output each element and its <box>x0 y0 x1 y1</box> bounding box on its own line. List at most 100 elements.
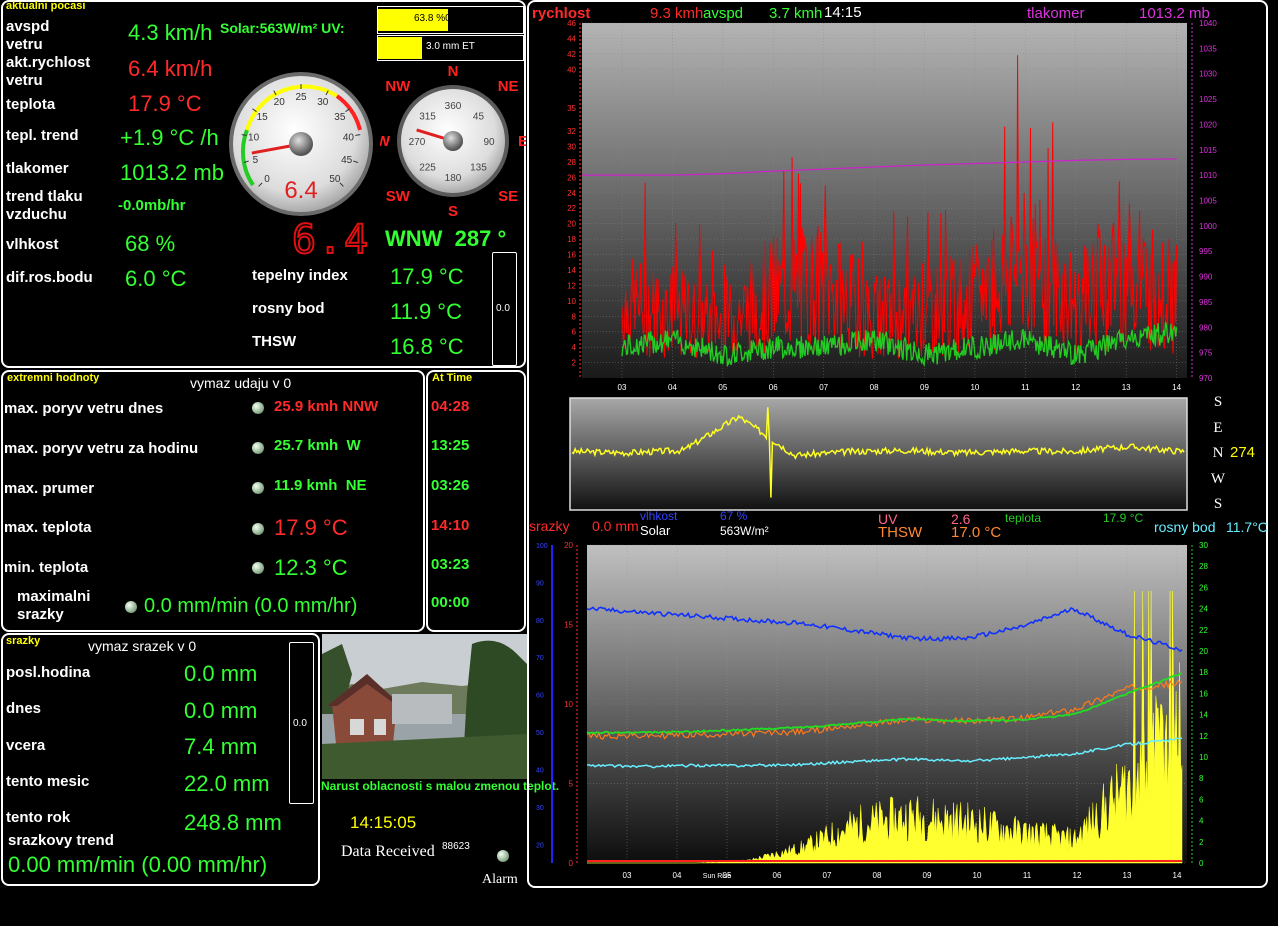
top-chart-y2-tick: 980 <box>1199 323 1213 332</box>
bottom-chart-y2-tick: 30 <box>1199 541 1208 550</box>
ext-value-max-srazky: 0.0 mm/min (0.0 mm/hr) <box>144 595 358 617</box>
top-chart-y-tick: 2 <box>572 359 577 368</box>
ext-label-min-teplota: min. teplota <box>4 559 89 576</box>
et-bar-label: 3.0 mm ET <box>426 41 475 52</box>
top-chart-x-tick: 13 <box>1122 383 1131 392</box>
top-chart-y2-tick: 985 <box>1199 298 1213 307</box>
ext-label-max-srazky: maximalni srazky <box>17 588 91 623</box>
bottom-chart-y2-tick: 18 <box>1199 668 1208 677</box>
ext-time-max-srazky: 00:00 <box>431 594 470 611</box>
top-chart-x-tick: 06 <box>769 383 778 392</box>
label-tlakomer: tlakomer <box>6 160 69 177</box>
ext-time-max-gust-hour: 13:25 <box>431 437 470 454</box>
temp-solar-rain-chart: 03 04 05 06 07 08 09 10 11 12 13 14Sun Rise05101520… <box>536 541 1208 880</box>
value-akt-rychlost: 6.4 km/h <box>128 56 213 81</box>
rain-side-box-value: 0.0 <box>293 718 307 729</box>
ext-value-max-prumer: 11.9 kmh NE <box>274 477 367 494</box>
compass-tick-label: 90 <box>483 137 495 148</box>
top-chart-y-tick: 10 <box>567 297 576 306</box>
bottom-chart-y-tick: 0 <box>569 859 574 868</box>
bottom-chart-y-tick: 15 <box>564 621 573 630</box>
value-rosny-bod: 11.9 °C <box>390 299 462 324</box>
bottom-chart-y2-tick: 2 <box>1199 838 1204 847</box>
digital-speed-display: 6.4 <box>291 216 371 264</box>
speed-tick-label: 30 <box>317 97 329 108</box>
top-chart-y2-tick: 1020 <box>1199 120 1217 129</box>
ext-led-max-gust-hour <box>252 442 264 454</box>
rain-value-posl-hodina: 0.0 mm <box>184 661 258 686</box>
compass-direction-label: SW <box>386 188 411 205</box>
top-chart-x-tick: 11 <box>1021 383 1030 392</box>
ext-value-max-teplota: 17.9 °C <box>274 515 348 540</box>
top-chart-y-tick: 8 <box>572 312 577 321</box>
legend-solar-value: 563W/m² <box>720 524 769 538</box>
current-side-box-value: 0.0 <box>496 303 510 314</box>
ext-label-max-prumer: max. prumer <box>4 480 95 497</box>
alarm-label[interactable]: Alarm <box>482 872 518 888</box>
data-received-label: Data Received <box>341 843 435 860</box>
ext-time-max-gust-today: 04:28 <box>431 398 470 415</box>
label-vlhkost: vlhkost <box>6 236 59 253</box>
value-teplota: 17.9 °C <box>128 91 202 116</box>
top-chart-x-tick: 03 <box>618 383 627 392</box>
bottom-chart-y2-tick: 14 <box>1199 711 1208 720</box>
label-tepelny-index: tepelny index <box>252 267 348 284</box>
label-teplota: teplota <box>6 96 56 113</box>
speed-tick-label: 5 <box>253 155 259 166</box>
current-side-box: 0.0 <box>492 252 517 366</box>
speed-tick-label: 20 <box>274 97 286 108</box>
bottom-chart-y2-tick: 12 <box>1199 732 1208 741</box>
data-received-led <box>497 850 509 862</box>
speed-tick-label: 10 <box>248 132 260 143</box>
top-chart-y2-tick: 1040 <box>1199 19 1217 28</box>
ext-led-max-teplota <box>252 523 264 535</box>
top-chart-y-tick: 26 <box>567 173 576 182</box>
top-chart-y-tick: 24 <box>567 189 576 198</box>
top-chart-y-tick: 42 <box>567 50 576 59</box>
rain-label-vcera: vcera <box>6 737 46 754</box>
top-chart-y-tick: 14 <box>567 266 576 275</box>
label-avspd: avspd vetru <box>6 18 50 53</box>
legend-rosny-value: 11.7°C <box>1226 519 1268 535</box>
label-dif-ros-bodu: dif.ros.bodu <box>6 269 93 286</box>
label-tepl-trend: tepl. trend <box>6 127 79 144</box>
clock: 14:15:05 <box>350 813 417 832</box>
bottom-chart-y2-tick: 10 <box>1199 753 1208 762</box>
top-chart-y2-tick: 970 <box>1199 374 1213 383</box>
top-chart-y2-tick: 1010 <box>1199 171 1217 180</box>
bottom-chart-x-tick: 03 <box>623 871 632 880</box>
rain-reset-label[interactable]: vymaz srazek v 0 <box>88 638 196 654</box>
bottom-chart-y2-tick: 4 <box>1199 817 1204 826</box>
extremes-reset-label[interactable]: vymaz udaju v 0 <box>190 375 291 391</box>
top-chart-x-tick: 04 <box>668 383 677 392</box>
compass-direction-label: NE <box>498 78 519 95</box>
top-chart-y2-tick: 995 <box>1199 247 1213 256</box>
bottom-chart-humidity-tick: 30 <box>536 805 544 812</box>
top-chart-y-tick: 35 <box>567 104 576 113</box>
top-chart-y-tick: 20 <box>567 220 576 229</box>
bottom-chart-x-tick: 13 <box>1123 871 1132 880</box>
dir-letter-5: S <box>1213 496 1223 512</box>
value-trend-tlaku: -0.0mb/hr <box>118 197 186 214</box>
top-chart-y2-tick: 975 <box>1199 349 1213 358</box>
top-chart-y2-tick: 1035 <box>1199 44 1217 53</box>
top-chart-y-tick: 32 <box>567 127 576 136</box>
value-tepelny-index: 17.9 °C <box>390 264 464 289</box>
speed-tick-label: 15 <box>257 112 269 123</box>
bottom-chart-humidity-tick: 20 <box>536 842 544 849</box>
label-trend-tlaku: trend tlaku vzduchu <box>6 188 83 223</box>
rain-label-dnes: dnes <box>6 700 42 717</box>
current-weather-title: aktualni pocasi <box>6 0 86 12</box>
speed-tick-label: 45 <box>341 155 353 166</box>
top-chart-x-tick: 07 <box>819 383 828 392</box>
bottom-chart-y2-tick: 26 <box>1199 583 1208 592</box>
legend-rosny-label: rosny bod <box>1154 519 1216 535</box>
legend-srazky-value: 0.0 mm <box>592 518 639 534</box>
rain-side-box: 0.0 <box>289 642 314 804</box>
compass-direction-label: W <box>380 133 391 150</box>
compass-tick-label: 180 <box>445 173 462 184</box>
ext-value-min-teplota: 12.3 °C <box>274 555 348 580</box>
bottom-chart-y2-tick: 0 <box>1199 859 1204 868</box>
top-chart-y2-tick: 1025 <box>1199 95 1217 104</box>
rain-value-vcera: 7.4 mm <box>184 734 258 759</box>
